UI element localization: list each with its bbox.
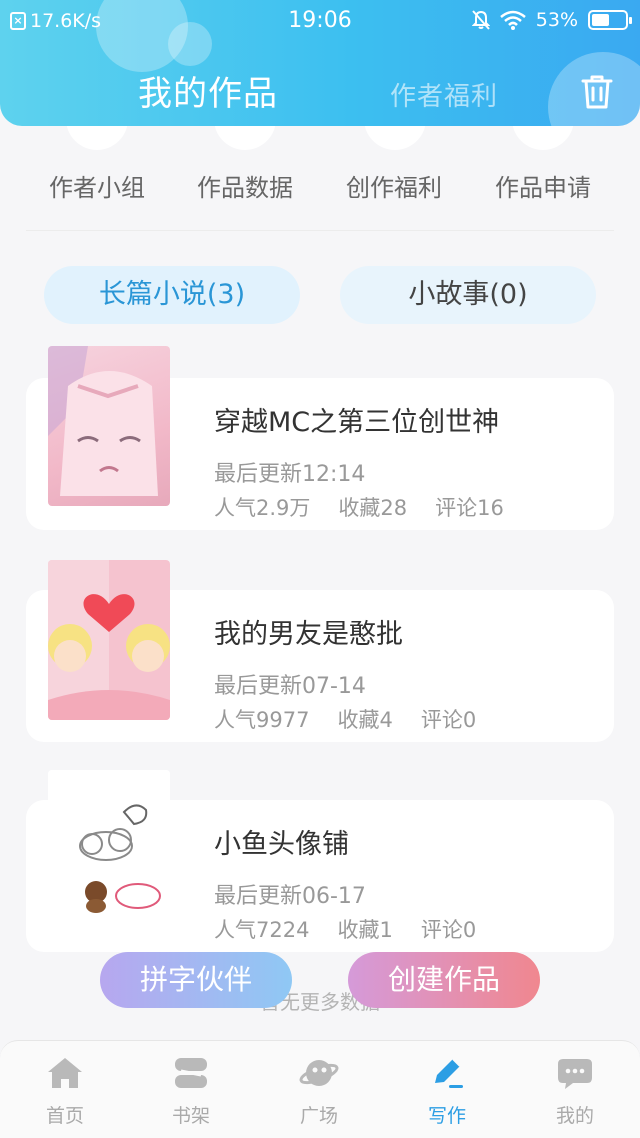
avatar-shop-cover-image: [48, 770, 170, 930]
work-favorites: 收藏28: [338, 496, 408, 520]
work-updated: 最后更新06-17: [214, 884, 366, 909]
battery-fill: [592, 14, 609, 26]
pen-icon: [435, 1058, 463, 1088]
work-favorites: 收藏1: [337, 918, 393, 942]
wifi-icon: [499, 10, 526, 30]
work-title[interactable]: 小鱼头像铺: [214, 822, 349, 861]
nav-writing[interactable]: 写作: [402, 1055, 492, 1128]
tab-short-story[interactable]: 小故事(0): [340, 266, 596, 324]
nav-label: 我的: [555, 1105, 594, 1127]
couple-cartoon-cover-image: [48, 560, 170, 720]
nav-label: 首页: [45, 1105, 84, 1127]
work-comments: 评论0: [420, 918, 477, 942]
status-bar: × 17.6K/s 19:06 53%: [0, 0, 640, 42]
work-popularity: 人气2.9万: [214, 496, 311, 520]
work-cover-1[interactable]: [48, 346, 170, 506]
status-right: 53%: [471, 9, 632, 31]
nav-label: 广场: [299, 1105, 338, 1127]
partner-button[interactable]: 拼字伙伴: [100, 952, 292, 1008]
work-stats: 人气2.9万 收藏28 评论16: [214, 492, 504, 522]
work-cover-2[interactable]: [48, 560, 170, 720]
work-updated: 最后更新12:14: [214, 462, 366, 487]
battery-percent: 53%: [535, 9, 578, 31]
tab-author-welfare[interactable]: 作者福利: [390, 76, 498, 113]
nav-bookshelf[interactable]: 书架: [146, 1055, 236, 1128]
nav-label: 写作: [427, 1105, 466, 1127]
trash-icon[interactable]: [578, 72, 616, 112]
quick-work-data[interactable]: 作品数据: [180, 168, 310, 203]
bookshelf-icon: [175, 1058, 207, 1088]
work-comments: 评论16: [435, 496, 504, 520]
quick-creation-welfare[interactable]: 创作福利: [329, 168, 459, 203]
nav-mine[interactable]: 我的: [530, 1055, 620, 1128]
work-favorites: 收藏4: [337, 708, 393, 732]
work-popularity: 人气7224: [214, 918, 310, 942]
app-header: × 17.6K/s 19:06 53% 我的作品 作者福利: [0, 0, 640, 126]
quick-author-group[interactable]: 作者小组: [32, 168, 162, 203]
battery-icon: [588, 10, 632, 30]
nav-label: 书架: [171, 1105, 210, 1127]
divider: [26, 230, 614, 231]
work-cover-3[interactable]: [48, 770, 170, 930]
tab-novel[interactable]: 长篇小说(3): [44, 266, 300, 324]
work-updated: 最后更新07-14: [214, 674, 366, 699]
planet-icon: [299, 1060, 339, 1086]
quick-actions: 作者小组 作品数据 创作福利 作品申请: [0, 168, 640, 208]
nav-square[interactable]: 广场: [274, 1055, 364, 1128]
work-stats: 人气9977 收藏4 评论0: [214, 704, 476, 734]
no-more-data-text: 暂无更多数据: [260, 990, 380, 1014]
create-work-button[interactable]: 创建作品: [348, 952, 540, 1008]
work-stats: 人气7224 收藏1 评论0: [214, 914, 476, 944]
home-icon: [48, 1058, 82, 1088]
bottom-nav: 首页 书架 广场 写作 我的: [0, 1040, 640, 1138]
quick-work-application[interactable]: 作品申请: [478, 168, 608, 203]
nav-home[interactable]: 首页: [20, 1055, 110, 1128]
tab-my-works[interactable]: 我的作品: [138, 66, 278, 115]
work-comments: 评论0: [420, 708, 477, 732]
work-title[interactable]: 我的男友是憨批: [214, 612, 403, 651]
chat-icon: [558, 1059, 592, 1089]
anime-girl-cover-image: [48, 346, 158, 496]
work-title[interactable]: 穿越MC之第三位创世神: [214, 400, 499, 439]
mute-bell-icon: [471, 10, 490, 30]
work-popularity: 人气9977: [214, 708, 310, 732]
